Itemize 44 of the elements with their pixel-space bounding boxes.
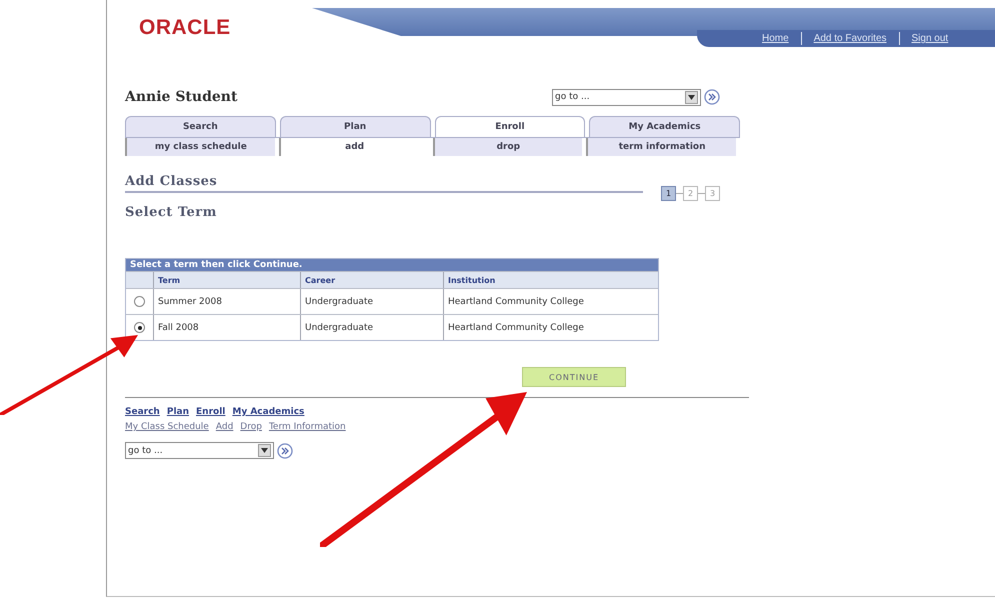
continue-button[interactable]: CONTINUE (522, 367, 626, 387)
go-icon[interactable] (277, 442, 293, 458)
footer-link[interactable]: My Class Schedule (125, 422, 209, 432)
caret-icon[interactable] (261, 448, 268, 453)
radio-button[interactable] (134, 296, 145, 307)
caret-icon[interactable] (688, 94, 695, 100)
oracle-logo: ORACLE (139, 16, 231, 40)
table-cell: Summer 2008 (158, 296, 222, 306)
table-cell: Undergraduate (305, 296, 374, 306)
tab[interactable]: Enroll (434, 116, 586, 137)
subtab[interactable]: drop (432, 138, 582, 156)
table-cell: Heartland Community College (448, 296, 584, 306)
student-name: Annie Student (125, 89, 238, 105)
section-title: Select Term (125, 205, 218, 220)
table-cell: Fall 2008 (158, 322, 199, 332)
step-indicator: 2 (683, 186, 698, 201)
table-cell: Heartland Community College (448, 322, 584, 332)
footer-link[interactable]: Add (216, 422, 234, 432)
footer-link[interactable]: My Academics (232, 407, 304, 417)
footer-link[interactable]: Term Information (268, 422, 346, 432)
subtab[interactable]: term information (586, 138, 736, 156)
table-title: Select a term then click Continue. (126, 259, 658, 271)
tab[interactable]: Search (125, 116, 276, 137)
tab[interactable]: Plan (280, 116, 430, 137)
footer-link[interactable]: Drop (240, 422, 262, 432)
footer-link[interactable]: Search (125, 407, 160, 417)
subtab[interactable]: my class schedule (125, 138, 275, 156)
column-header: Term (158, 276, 180, 284)
table-cell: Undergraduate (305, 322, 374, 332)
goto-dropdown[interactable]: go to ... (552, 88, 701, 106)
footer-link[interactable]: Enroll (196, 407, 226, 417)
goto-dropdown[interactable]: go to ... (125, 442, 274, 459)
step-indicator: 1 (661, 186, 676, 201)
page-title: Add Classes (125, 174, 218, 189)
nav-link[interactable]: Add to Favorites (814, 33, 886, 44)
footer-link[interactable]: Plan (166, 407, 190, 417)
column-header: Career (305, 276, 336, 284)
radio-button[interactable] (134, 322, 145, 333)
go-icon[interactable] (704, 89, 720, 105)
step-indicator: 3 (705, 186, 720, 201)
nav-link[interactable]: Home (762, 33, 789, 44)
column-header: Institution (448, 276, 496, 284)
tab[interactable]: My Academics (589, 116, 740, 137)
nav-link[interactable]: Sign out (912, 33, 948, 44)
